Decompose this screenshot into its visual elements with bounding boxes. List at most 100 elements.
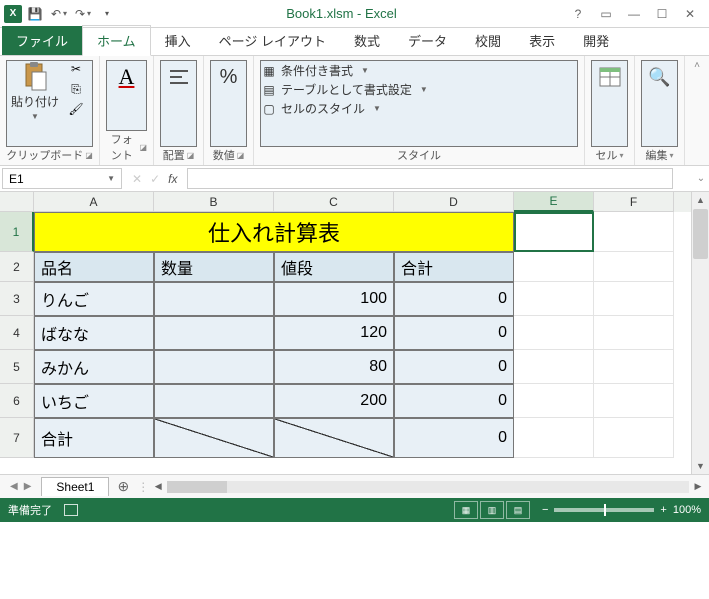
minimize-button[interactable]: ―	[621, 3, 647, 25]
cell[interactable]: ばなな	[34, 316, 154, 350]
row-header[interactable]: 5	[0, 350, 34, 384]
cells-button[interactable]	[592, 61, 628, 93]
cell[interactable]	[514, 282, 594, 316]
dialog-launcher-icon[interactable]: ◪	[237, 151, 245, 160]
cell[interactable]: りんご	[34, 282, 154, 316]
cell[interactable]	[514, 418, 594, 458]
sheet-tab[interactable]: Sheet1	[41, 477, 109, 496]
dialog-launcher-icon[interactable]: ◪	[187, 151, 195, 160]
col-header[interactable]: F	[594, 192, 674, 212]
paste-button[interactable]: 貼り付け ▼	[7, 61, 63, 123]
cut-button[interactable]: ✂	[67, 61, 85, 77]
row-header[interactable]: 4	[0, 316, 34, 350]
qat-dropdown[interactable]: ▾	[96, 3, 118, 25]
redo-button[interactable]: ↷	[72, 3, 94, 25]
cell[interactable]: 0	[394, 316, 514, 350]
cell[interactable]	[594, 384, 674, 418]
cell-diagonal[interactable]	[154, 418, 274, 458]
number-button[interactable]: %	[211, 61, 247, 93]
dialog-launcher-icon[interactable]: ◪	[85, 151, 93, 160]
font-button[interactable]: A	[109, 61, 145, 93]
col-header[interactable]: D	[394, 192, 514, 212]
scroll-track[interactable]	[692, 260, 709, 458]
cell[interactable]: 100	[274, 282, 394, 316]
grid-main[interactable]: A B C D E F 仕入れ計算表 品名 数量 値段 合計	[34, 192, 691, 474]
sheet-nav-next[interactable]: ▶	[24, 481, 32, 492]
tab-data[interactable]: データ	[394, 26, 461, 55]
tab-insert[interactable]: 挿入	[151, 26, 205, 55]
view-normal-button[interactable]: ▦	[454, 501, 478, 519]
cell[interactable]	[514, 212, 594, 252]
row-header[interactable]: 6	[0, 384, 34, 418]
find-button[interactable]: 🔍	[642, 61, 678, 93]
row-header[interactable]: 3	[0, 282, 34, 316]
scroll-down-button[interactable]: ▼	[692, 458, 709, 474]
scroll-right-button[interactable]: ▶	[691, 481, 705, 492]
cell[interactable]	[154, 350, 274, 384]
row-header[interactable]: 2	[0, 252, 34, 282]
scroll-thumb[interactable]	[693, 209, 708, 259]
cell[interactable]: 120	[274, 316, 394, 350]
maximize-button[interactable]: ☐	[649, 3, 675, 25]
expand-formula-bar-button[interactable]: ⌄	[693, 166, 709, 191]
col-header[interactable]: E	[514, 192, 594, 212]
cell-diagonal[interactable]	[274, 418, 394, 458]
cell[interactable]	[154, 316, 274, 350]
help-button[interactable]: ?	[565, 3, 591, 25]
zoom-level[interactable]: 100%	[673, 504, 701, 516]
view-page-layout-button[interactable]: ▥	[480, 501, 504, 519]
cell[interactable]: 200	[274, 384, 394, 418]
collapse-ribbon-button[interactable]: ˄	[685, 56, 709, 165]
cell[interactable]	[594, 282, 674, 316]
conditional-formatting-button[interactable]: ▦ 条件付き書式▼	[261, 61, 369, 80]
tab-page-layout[interactable]: ページ レイアウト	[205, 26, 340, 55]
close-button[interactable]: ✕	[677, 3, 703, 25]
row-header[interactable]: 7	[0, 418, 34, 458]
formula-bar[interactable]	[187, 168, 673, 189]
cell[interactable]: 0	[394, 282, 514, 316]
cell[interactable]	[594, 252, 674, 282]
scroll-left-button[interactable]: ◀	[151, 481, 165, 492]
ribbon-display-button[interactable]: ▭	[593, 3, 619, 25]
cell[interactable]: みかん	[34, 350, 154, 384]
tab-split-handle[interactable]: ⋮	[137, 480, 147, 494]
vertical-scrollbar[interactable]: ▲ ▼	[691, 192, 709, 474]
select-all-button[interactable]	[0, 192, 34, 212]
cell-header[interactable]: 数量	[154, 252, 274, 282]
tab-file[interactable]: ファイル	[2, 26, 82, 55]
cell-title[interactable]: 仕入れ計算表	[34, 212, 514, 252]
save-button[interactable]: 💾	[24, 3, 46, 25]
cell[interactable]	[154, 282, 274, 316]
cell[interactable]	[154, 384, 274, 418]
format-painter-button[interactable]: 🖌	[67, 101, 85, 117]
undo-button[interactable]: ↶	[48, 3, 70, 25]
name-box[interactable]: E1 ▼	[2, 168, 122, 189]
scroll-up-button[interactable]: ▲	[692, 192, 709, 208]
cell-header[interactable]: 合計	[394, 252, 514, 282]
cell[interactable]: 0	[394, 418, 514, 458]
cell[interactable]	[514, 384, 594, 418]
cell[interactable]	[514, 252, 594, 282]
cell[interactable]	[514, 350, 594, 384]
tab-view[interactable]: 表示	[515, 26, 569, 55]
tab-developer[interactable]: 開発	[569, 26, 623, 55]
col-header[interactable]: C	[274, 192, 394, 212]
new-sheet-button[interactable]: ⊕	[109, 478, 137, 495]
enter-formula-button[interactable]: ✓	[150, 172, 160, 186]
format-as-table-button[interactable]: ▤ テーブルとして書式設定▼	[261, 80, 428, 99]
cancel-formula-button[interactable]: ✕	[132, 172, 142, 186]
macro-record-icon[interactable]	[64, 504, 78, 516]
cell[interactable]	[594, 212, 674, 252]
row-header[interactable]: 1	[0, 212, 34, 252]
cell[interactable]: 0	[394, 350, 514, 384]
cell-styles-button[interactable]: ▢ セルのスタイル▼	[261, 99, 381, 118]
view-page-break-button[interactable]: ▤	[506, 501, 530, 519]
tab-home[interactable]: ホーム	[82, 25, 151, 56]
zoom-out-button[interactable]: −	[542, 504, 548, 516]
tab-formulas[interactable]: 数式	[340, 26, 394, 55]
dialog-launcher-icon[interactable]: ◪	[139, 143, 147, 152]
alignment-button[interactable]	[161, 61, 197, 93]
scroll-track[interactable]	[167, 481, 689, 493]
col-header[interactable]: A	[34, 192, 154, 212]
cell[interactable]	[514, 316, 594, 350]
